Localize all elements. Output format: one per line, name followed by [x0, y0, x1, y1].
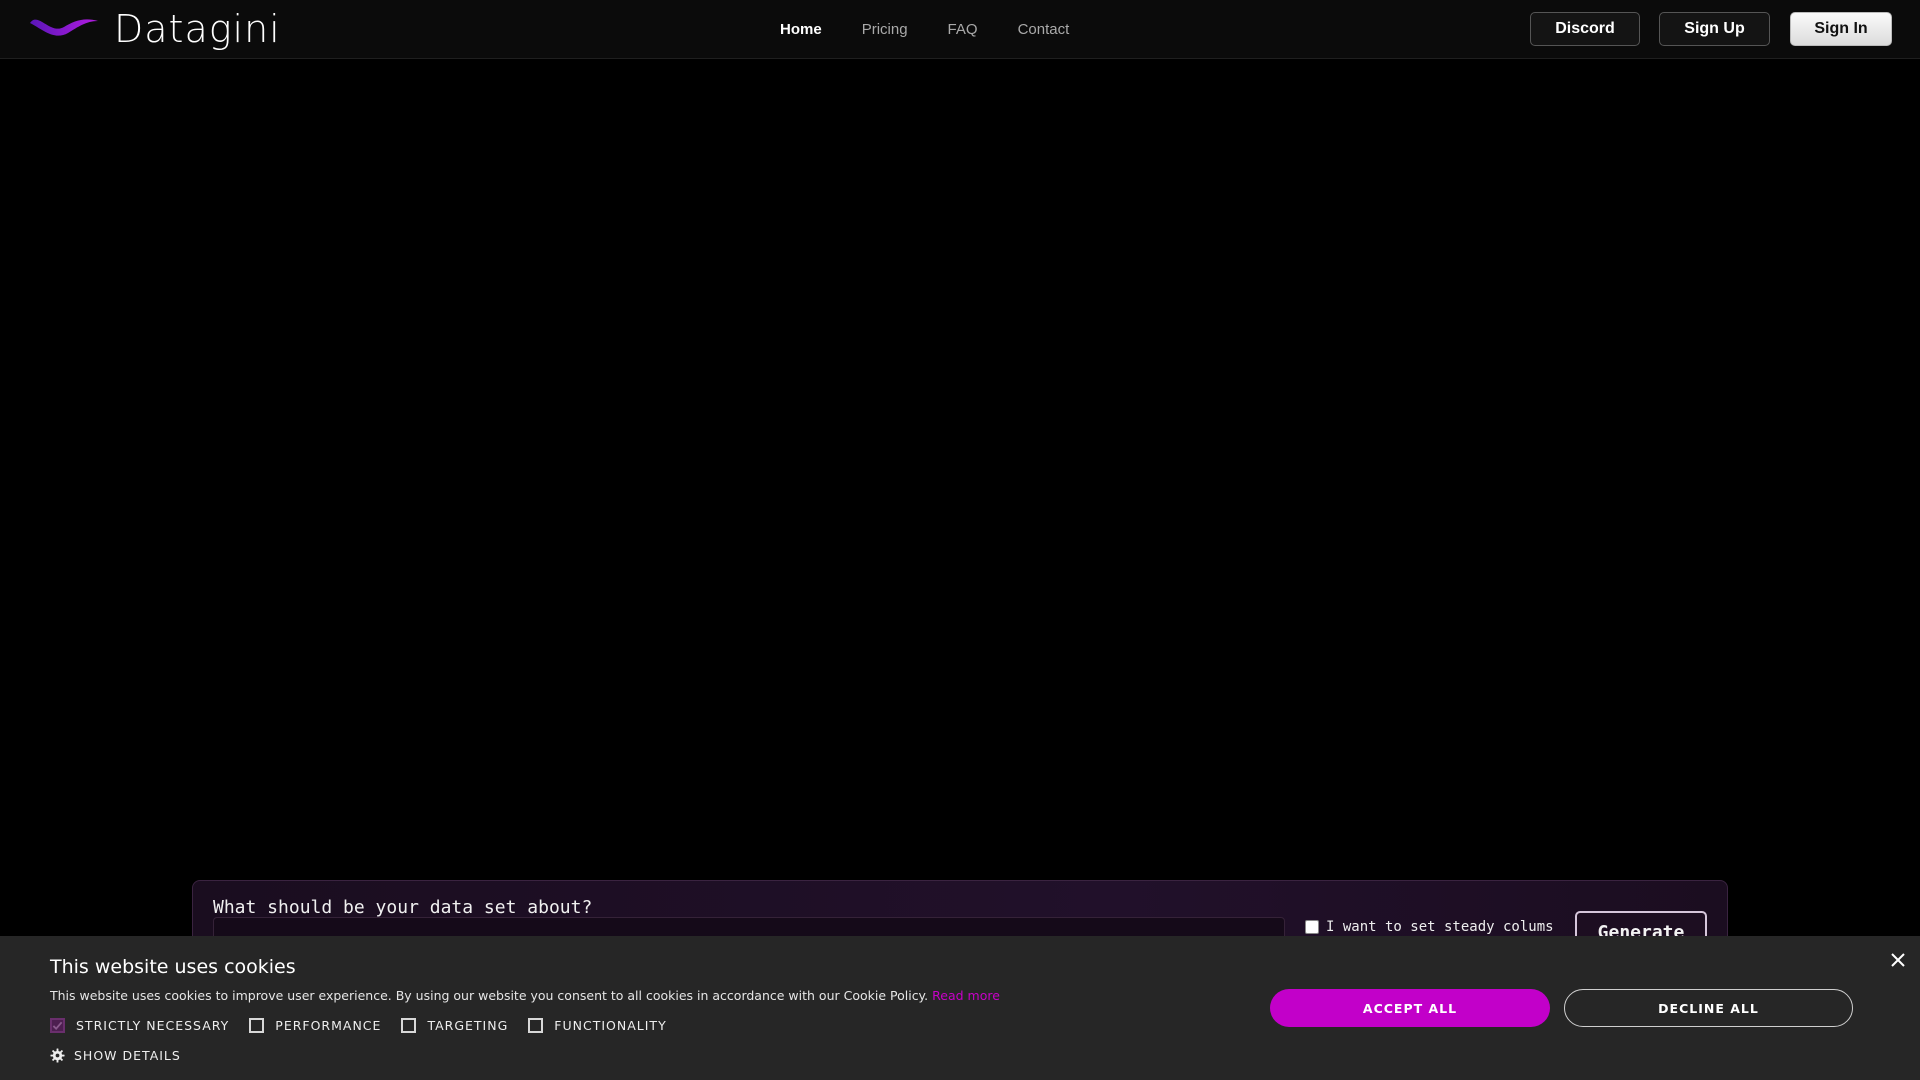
read-more-link[interactable]: Read more	[932, 988, 1000, 1003]
gear-icon	[50, 1048, 65, 1063]
strictly-necessary-checkbox[interactable]	[50, 1018, 65, 1033]
cookie-option-label: STRICTLY NECESSARY	[76, 1018, 230, 1033]
discord-button[interactable]: Discord	[1530, 12, 1640, 46]
cookie-option-label: FUNCTIONALITY	[554, 1018, 667, 1033]
targeting-checkbox[interactable]	[401, 1018, 417, 1033]
brand[interactable]: Datagini	[28, 7, 281, 51]
show-details-label: SHOW DETAILS	[74, 1048, 181, 1063]
functionality-checkbox[interactable]	[528, 1018, 544, 1033]
sign-up-button[interactable]: Sign Up	[1659, 12, 1770, 46]
checkmark-icon	[52, 1021, 63, 1031]
sign-in-button[interactable]: Sign In	[1790, 12, 1892, 46]
steady-columns-checkbox[interactable]	[1305, 920, 1319, 934]
query-title: What should be your data set about?	[213, 897, 593, 918]
nav-contact-link[interactable]: Contact	[1018, 21, 1070, 38]
performance-checkbox[interactable]	[249, 1018, 265, 1033]
wave-logo-icon	[28, 13, 100, 46]
nav-home-link[interactable]: Home	[780, 21, 822, 38]
cookie-banner: This website uses cookies This website u…	[0, 936, 1920, 1080]
cookie-banner-text: This website uses cookies to improve use…	[50, 988, 1000, 1003]
show-details-toggle[interactable]: SHOW DETAILS	[50, 1048, 181, 1063]
brand-name: Datagini	[114, 7, 281, 51]
accept-all-button[interactable]: ACCEPT ALL	[1270, 989, 1550, 1027]
cookie-options: STRICTLY NECESSARY PERFORMANCE TARGETING…	[50, 1018, 687, 1033]
cookie-option-label: PERFORMANCE	[275, 1018, 382, 1033]
steady-columns-option[interactable]: I want to set steady colums	[1305, 917, 1554, 937]
nav-pricing-link[interactable]: Pricing	[862, 21, 908, 38]
cookie-option-performance[interactable]: PERFORMANCE	[249, 1018, 381, 1033]
steady-columns-label: I want to set steady colums	[1326, 919, 1554, 935]
nav-faq-link[interactable]: FAQ	[948, 21, 978, 38]
cookie-option-label: TARGETING	[427, 1018, 509, 1033]
cookie-option-targeting[interactable]: TARGETING	[401, 1018, 508, 1033]
cookie-banner-title: This website uses cookies	[50, 956, 296, 978]
main-nav: Home Pricing FAQ Contact	[780, 0, 1109, 58]
top-navbar: Datagini Home Pricing FAQ Contact Discor…	[0, 0, 1920, 59]
decline-all-button[interactable]: DECLINE ALL	[1564, 989, 1853, 1027]
cookie-option-strictly-necessary[interactable]: STRICTLY NECESSARY	[50, 1018, 229, 1033]
cookie-policy-text: This website uses cookies to improve use…	[50, 988, 929, 1003]
cookie-option-functionality[interactable]: FUNCTIONALITY	[528, 1018, 666, 1033]
close-icon[interactable]	[1888, 950, 1908, 970]
